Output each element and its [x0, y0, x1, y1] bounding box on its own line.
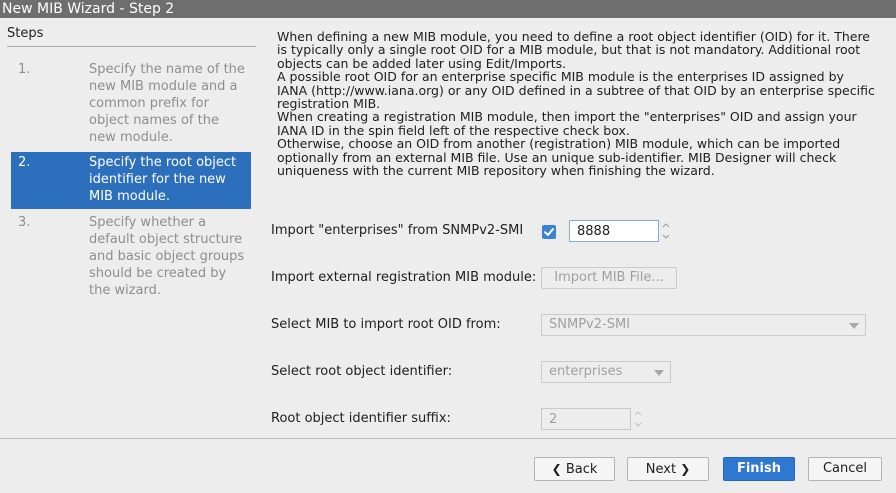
import-enterprises-checkbox[interactable] [542, 225, 556, 239]
select-mib-value: SNMPv2-SMI [549, 317, 630, 332]
chevron-left-icon: ❮ [551, 462, 562, 476]
select-root-label: Select root object identifier: [271, 364, 453, 379]
next-button[interactable]: Next ❯ [627, 457, 709, 481]
description-paragraph: Otherwise, choose an OID from another (r… [277, 136, 841, 179]
select-mib-label: Select MIB to import root OID from: [271, 317, 501, 332]
enterprise-id-spin-buttons[interactable] [660, 220, 672, 242]
import-mib-file-button[interactable]: Import MIB File... [541, 267, 677, 289]
chevron-down-icon [849, 323, 859, 329]
description-paragraph: When defining a new MIB module, you need… [277, 29, 870, 71]
suffix-spin-buttons[interactable] [632, 408, 644, 430]
footer: ❮ Back Next ❯ Finish Cancel [0, 439, 896, 493]
checkmark-icon [544, 228, 554, 236]
suffix-input[interactable]: 2 [549, 412, 557, 427]
window-title: New MIB Wizard - Step 2 [0, 0, 896, 18]
chevron-down-icon [654, 370, 664, 376]
suffix-label: Root object identifier suffix: [271, 411, 451, 426]
steps-divider [7, 46, 256, 47]
suffix-spinner[interactable]: 2 [541, 408, 631, 430]
select-root-dropdown[interactable]: enterprises [541, 361, 671, 383]
description-paragraph: A possible root OID for an enterprise sp… [277, 69, 875, 112]
step-2-active: 2. Specify the root object identifier fo… [11, 152, 251, 209]
step-text: Specify the root object identifier for t… [89, 155, 237, 204]
step-text: Specify whether a default object structu… [89, 215, 245, 298]
enterprise-id-input[interactable]: 8888 [577, 224, 610, 239]
spin-up-icon[interactable] [632, 408, 644, 419]
finish-button[interactable]: Finish [723, 457, 795, 481]
next-label: Next [645, 462, 677, 477]
steps-panel: Steps 1. Specify the name of the new MIB… [0, 18, 262, 438]
spin-down-icon[interactable] [632, 419, 644, 430]
select-mib-dropdown[interactable]: SNMPv2-SMI [541, 314, 866, 336]
back-button[interactable]: ❮ Back [534, 457, 615, 481]
description-text: When defining a new MIB module, you need… [277, 29, 877, 179]
select-root-value: enterprises [549, 364, 623, 379]
step-text: Specify the name of the new MIB module a… [89, 62, 245, 145]
spin-down-icon[interactable] [660, 231, 672, 242]
steps-header: Steps [7, 26, 44, 41]
enterprise-id-spinner[interactable]: 8888 [569, 220, 659, 242]
step-1: 1. Specify the name of the new MIB modul… [11, 61, 251, 145]
spin-up-icon[interactable] [660, 220, 672, 231]
step-number: 1. [18, 62, 31, 77]
step-3: 3. Specify whether a default object stru… [11, 214, 251, 298]
step-number: 3. [18, 215, 31, 230]
import-enterprises-label: Import "enterprises" from SNMPv2-SMI [271, 223, 524, 238]
content-panel: When defining a new MIB module, you need… [262, 18, 896, 438]
back-label: Back [565, 462, 598, 477]
chevron-right-icon: ❯ [680, 462, 691, 476]
import-external-label: Import external registration MIB module: [271, 270, 537, 285]
cancel-button[interactable]: Cancel [808, 457, 882, 481]
step-number: 2. [18, 155, 31, 170]
description-paragraph: When creating a registration MIB module,… [277, 109, 857, 138]
